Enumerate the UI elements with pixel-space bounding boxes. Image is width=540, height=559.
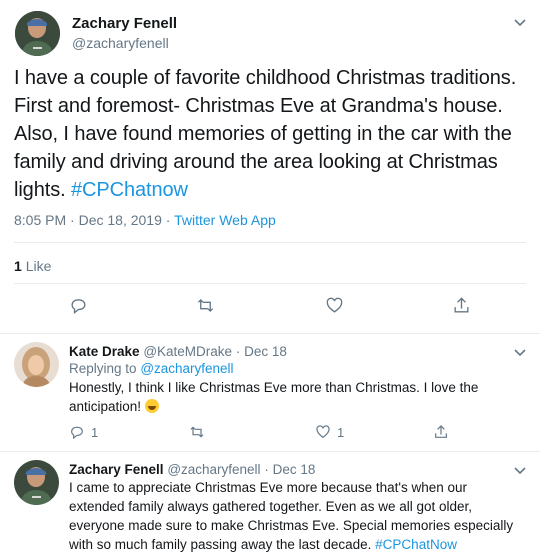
divider (14, 242, 526, 243)
reply-body-line: anticipation! (69, 397, 529, 416)
grinning-emoji-icon (144, 399, 159, 413)
like-count: 1 (337, 424, 345, 440)
reply-body-line: with so much family passing away the las… (69, 535, 529, 554)
reply-body-line: everyone made sure to make Christmas Eve… (69, 518, 514, 533)
separator: · (70, 212, 75, 228)
share-button[interactable] (452, 296, 471, 315)
separator: · (264, 462, 269, 477)
author-name[interactable]: Zachary Fenell (69, 462, 164, 477)
reply-header: Kate Drake @KateMDrake · Dec 18 (69, 344, 287, 359)
tweet-body-line: lights. #CPChatnow (14, 176, 529, 204)
hashtag-link[interactable]: #CPChatNow (375, 537, 457, 552)
reply-body-line: I came to appreciate Christmas Eve more … (69, 480, 468, 495)
reply-body: I came to appreciate Christmas Eve more … (69, 478, 529, 554)
divider (14, 283, 526, 284)
replying-handle-link[interactable]: @zacharyfenell (140, 361, 233, 376)
retweet-button[interactable] (196, 296, 215, 315)
retweet-icon (197, 299, 214, 312)
tweet-body-line: I have a couple of favorite childhood Ch… (14, 67, 517, 89)
separator: · (165, 212, 171, 228)
like-button[interactable] (325, 296, 344, 315)
retweet-button[interactable] (189, 424, 205, 440)
reply-date[interactable]: Dec 18 (273, 462, 316, 477)
replying-label: Replying to (69, 361, 137, 376)
tweet-date[interactable]: Dec 18, 2019 (79, 212, 162, 228)
author-handle[interactable]: @KateMDrake (143, 344, 232, 359)
heart-icon (326, 297, 343, 313)
retweet-icon (190, 426, 204, 438)
reply-count: 1 (91, 424, 99, 440)
tweet-meta: 8:05 PM · Dec 18, 2019 · Twitter Web App (14, 212, 276, 228)
author-handle[interactable]: @zacharyfenell (72, 35, 169, 51)
chevron-down-icon[interactable] (513, 15, 527, 29)
heart-icon (316, 425, 330, 439)
hashtag-link[interactable]: #CPChatnow (71, 179, 188, 201)
tweet-body-line: First and foremost- Christmas Eve at Gra… (14, 95, 503, 117)
chevron-down-icon[interactable] (513, 345, 527, 359)
author-name[interactable]: Kate Drake (69, 344, 140, 359)
tweet-body-text: lights. (14, 179, 66, 201)
reply-body: Honestly, I think I like Christmas Eve m… (69, 378, 529, 416)
reply-tweet[interactable]: Zachary Fenell @zacharyfenell · Dec 18 I… (0, 452, 540, 559)
reply-button[interactable] (69, 296, 88, 315)
avatar[interactable] (14, 460, 59, 505)
reply-icon (71, 426, 83, 440)
reply-tweet[interactable]: Kate Drake @KateMDrake · Dec 18 Replying… (0, 334, 540, 452)
like-button[interactable]: 1 (315, 424, 344, 440)
reply-body-text: anticipation! (69, 399, 142, 414)
tweet-body-line: family and driving around the area looki… (14, 151, 498, 173)
main-tweet: Zachary Fenell @zacharyfenell I have a c… (0, 0, 540, 334)
like-label: Like (25, 258, 52, 274)
share-button[interactable] (433, 424, 449, 440)
author-name[interactable]: Zachary Fenell (72, 15, 177, 32)
reply-header: Zachary Fenell @zacharyfenell · Dec 18 (69, 462, 315, 477)
tweet-time[interactable]: 8:05 PM (14, 212, 66, 228)
like-count: 1 (14, 258, 22, 274)
reply-body-line: extended family always gathered together… (69, 499, 472, 514)
tweet-body: I have a couple of favorite childhood Ch… (14, 64, 529, 204)
reply-icon (71, 299, 86, 315)
separator: · (235, 344, 241, 359)
chevron-down-icon[interactable] (513, 463, 527, 477)
reply-body-text: with so much family passing away the las… (69, 537, 372, 552)
author-handle[interactable]: @zacharyfenell (167, 462, 260, 477)
share-icon (454, 297, 469, 313)
reply-button[interactable]: 1 (69, 424, 98, 440)
likes-summary[interactable]: 1 Like (14, 258, 51, 274)
avatar[interactable] (15, 11, 60, 56)
share-icon (435, 425, 447, 438)
avatar[interactable] (14, 342, 59, 387)
reply-body-line: Honestly, I think I like Christmas Eve m… (69, 380, 479, 395)
tweet-source[interactable]: Twitter Web App (174, 212, 276, 228)
tweet-body-line: Also, I have found memories of getting i… (14, 123, 512, 145)
reply-date[interactable]: Dec 18 (244, 344, 287, 359)
replying-to: Replying to @zacharyfenell (69, 361, 234, 376)
